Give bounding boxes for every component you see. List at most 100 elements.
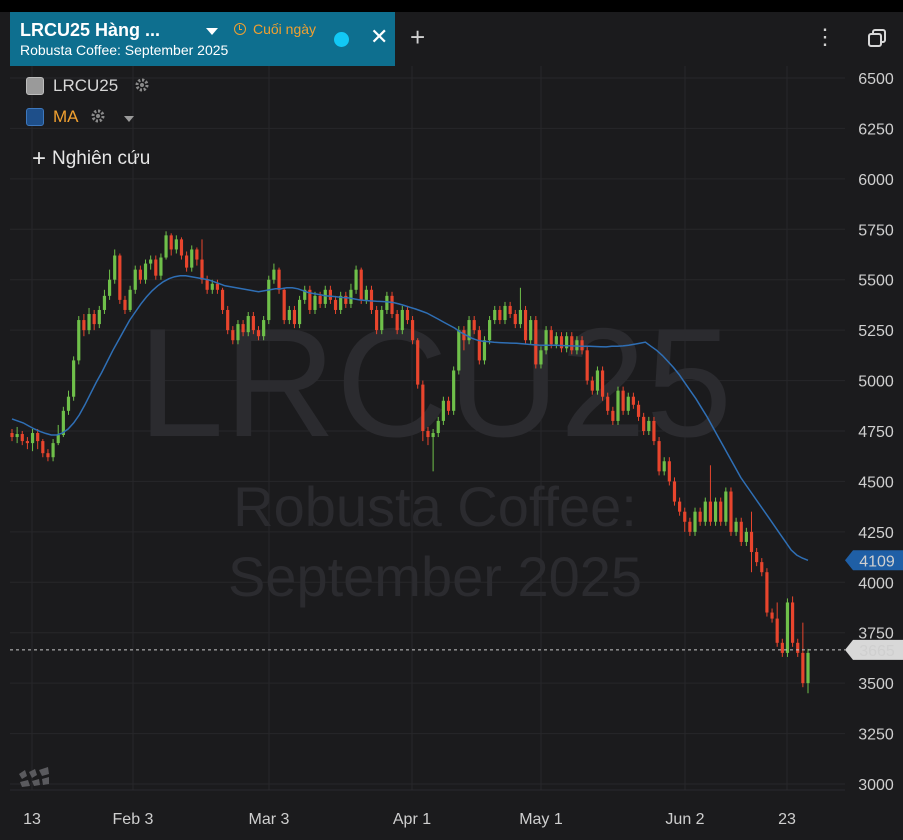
watermark-line-2: September 2025 <box>228 545 642 608</box>
candle <box>174 235 178 254</box>
series-color-swatch[interactable] <box>26 77 44 95</box>
series-label: LRCU25 <box>53 76 119 95</box>
candle-body <box>56 435 60 444</box>
gear-icon[interactable] <box>90 108 106 124</box>
candle <box>621 386 625 415</box>
candle-body <box>796 642 800 653</box>
candle-body <box>765 572 769 613</box>
candle-body <box>313 295 317 310</box>
candle <box>149 255 153 270</box>
candle-body <box>780 642 784 653</box>
candle-body <box>323 289 327 304</box>
candle-body <box>143 263 148 280</box>
candle-body <box>760 562 764 573</box>
candle-body <box>287 309 291 321</box>
candle <box>30 428 35 452</box>
chart-tab[interactable]: LRCU25 Hàng ... Robusta Coffee: Septembe… <box>10 12 395 66</box>
x-tick-label: Mar 3 <box>249 811 290 828</box>
candle <box>25 437 29 450</box>
candle-body <box>565 336 569 349</box>
candle-body <box>20 434 24 442</box>
tab-subtitle: Robusta Coffee: September 2025 <box>20 42 229 58</box>
candle-body <box>333 299 338 310</box>
candle <box>36 428 40 450</box>
candle-body <box>395 314 399 331</box>
candle <box>400 305 404 335</box>
candle-body <box>385 295 389 310</box>
candle-body <box>297 299 302 325</box>
candle <box>755 547 759 567</box>
candle-body <box>559 336 564 349</box>
restore-window-icon[interactable] <box>867 28 887 48</box>
candle <box>703 497 707 526</box>
candle-body <box>508 305 512 315</box>
candle <box>534 316 538 369</box>
ma-value-badge: 4109 <box>845 550 903 571</box>
candle-body <box>190 249 194 268</box>
window-top-strip <box>0 0 903 12</box>
candle-body <box>87 314 91 331</box>
y-tick-label: 3500 <box>858 676 894 693</box>
x-tick-label: Apr 1 <box>393 811 431 828</box>
candle <box>416 338 420 389</box>
candle-body <box>215 283 220 290</box>
candle-body <box>82 320 86 331</box>
candle-body <box>118 255 122 300</box>
symbol-dropdown-icon[interactable] <box>206 28 218 35</box>
candle-body <box>570 336 574 351</box>
gear-icon[interactable] <box>134 77 150 93</box>
candle-body <box>200 259 204 280</box>
candle-body <box>154 259 158 276</box>
candle-body <box>683 511 687 522</box>
candle-body <box>626 396 630 411</box>
candle <box>713 497 718 526</box>
y-tick-label: 4000 <box>858 575 894 592</box>
candle-body <box>729 491 733 532</box>
candle-body <box>375 309 379 331</box>
candle <box>195 247 199 266</box>
candle <box>457 326 461 375</box>
candle <box>657 437 661 476</box>
more-options-icon[interactable]: ⋮ <box>814 26 836 48</box>
candle-body <box>92 314 96 325</box>
y-tick-label: 3000 <box>858 777 894 794</box>
timeframe-label[interactable]: Cuối ngày <box>253 21 316 37</box>
candle <box>488 316 492 345</box>
candle-body <box>482 340 487 361</box>
status-dot-icon[interactable] <box>334 32 349 47</box>
candle <box>169 233 173 256</box>
candle-body <box>457 330 461 371</box>
candle <box>729 487 733 536</box>
candle-body <box>647 420 651 431</box>
candle-body <box>708 501 713 522</box>
candle-body <box>66 396 71 411</box>
candle-body <box>236 324 240 341</box>
candle-body <box>185 255 189 268</box>
candle <box>164 231 168 260</box>
candle-body <box>662 461 666 472</box>
candle <box>375 305 379 335</box>
candle-body <box>585 350 589 381</box>
close-icon[interactable]: ✕ <box>370 26 388 48</box>
candle <box>138 265 142 284</box>
candle-body <box>703 501 707 522</box>
price-chart[interactable]: LRCU25 Robusta Coffee: September 2025 30… <box>10 66 903 840</box>
candle-body <box>616 390 620 421</box>
candle-body <box>159 257 163 276</box>
watermark-line-1: Robusta Coffee: <box>233 475 637 538</box>
add-tab-icon[interactable]: + <box>410 24 425 50</box>
ma-color-swatch[interactable] <box>26 108 44 126</box>
candle-body <box>41 441 45 454</box>
y-tick-label: 6000 <box>858 172 894 189</box>
candle-body <box>226 309 230 331</box>
chevron-down-icon[interactable] <box>124 116 134 122</box>
candle <box>380 305 384 335</box>
candle-body <box>421 384 425 431</box>
add-study-label: Nghiên cứu <box>52 148 151 169</box>
provider-logo-icon <box>19 767 49 787</box>
add-study-button[interactable]: + Nghiên cứu <box>32 145 150 173</box>
candle <box>20 431 24 446</box>
candle-body <box>734 521 738 532</box>
candle-body <box>97 309 101 325</box>
candle-body <box>523 309 528 341</box>
